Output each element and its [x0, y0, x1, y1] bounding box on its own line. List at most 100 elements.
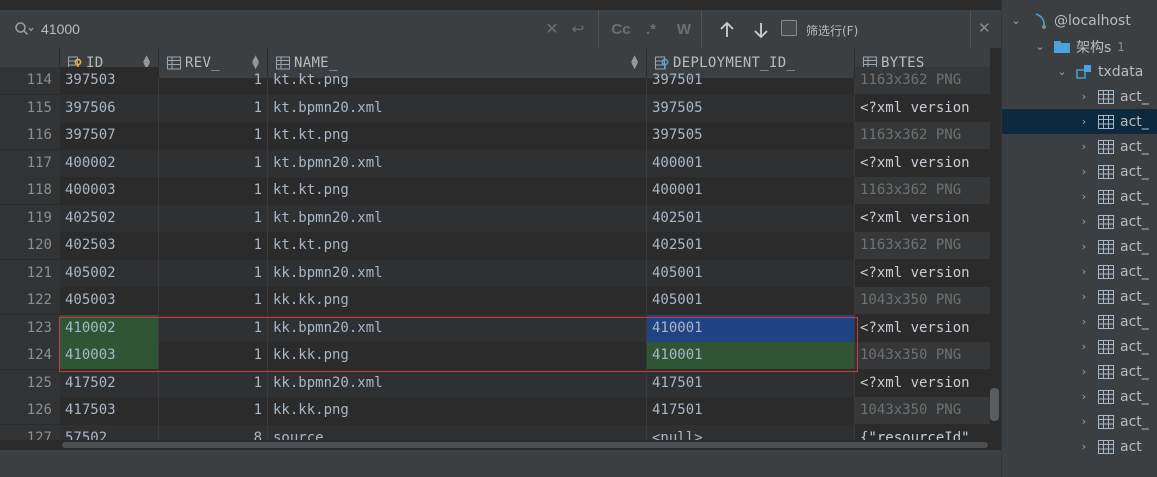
- cell-name[interactable]: kt.kt.png: [268, 122, 646, 149]
- cell-deployment-id[interactable]: 405001: [647, 287, 854, 314]
- previous-occurrence-icon[interactable]: [719, 21, 735, 39]
- cell-id[interactable]: 402502: [60, 204, 158, 232]
- cell-id[interactable]: 410003: [60, 342, 158, 369]
- cell-name[interactable]: kt.kt.png: [268, 177, 646, 204]
- cell-deployment-id[interactable]: 400001: [647, 177, 854, 204]
- cell-id[interactable]: 402503: [60, 232, 158, 259]
- cell-name[interactable]: kt.kt.png: [268, 67, 646, 94]
- table-row[interactable]: 117 400002 1 kt.bpmn20.xml 400001 <?xml versi…: [0, 149, 990, 178]
- cell-name[interactable]: kk.bpmn20.xml: [268, 369, 646, 397]
- cell-bytes[interactable]: <?xml version: [855, 315, 990, 342]
- chevron-right-icon[interactable]: ›: [1078, 340, 1090, 353]
- filter-rows-label[interactable]: 筛选行(F): [806, 22, 858, 39]
- table-row[interactable]: 116 397507 1 kt.kt.png 397505 1163x362 PNG: [0, 122, 990, 150]
- cell-rev[interactable]: 1: [159, 259, 267, 287]
- row-number[interactable]: 127: [0, 424, 60, 440]
- cell-rev[interactable]: 1: [159, 287, 267, 314]
- cell-rev[interactable]: 1: [159, 122, 267, 149]
- table-row[interactable]: 119 402502 1 kt.bpmn20.xml 402501 <?xml versi…: [0, 204, 990, 233]
- cell-name[interactable]: kt.bpmn20.xml: [268, 204, 646, 232]
- cell-id[interactable]: 410002: [60, 314, 158, 342]
- chevron-right-icon[interactable]: ›: [1078, 140, 1090, 153]
- chevron-right-icon[interactable]: ›: [1078, 315, 1090, 328]
- cell-deployment-id[interactable]: 405001: [647, 259, 854, 287]
- cell-deployment-id[interactable]: 402501: [647, 204, 854, 232]
- cell-rev[interactable]: 1: [159, 397, 267, 424]
- cell-name[interactable]: kk.bpmn20.xml: [268, 314, 646, 342]
- cell-rev[interactable]: 1: [159, 177, 267, 204]
- chevron-right-icon[interactable]: ›: [1078, 165, 1090, 178]
- cell-rev[interactable]: 1: [159, 314, 267, 342]
- cell-deployment-id[interactable]: 400001: [647, 149, 854, 177]
- cell-id[interactable]: 417503: [60, 397, 158, 424]
- cell-rev[interactable]: 1: [159, 369, 267, 397]
- cell-name[interactable]: kt.kt.png: [268, 232, 646, 259]
- cell-bytes[interactable]: <?xml version: [855, 370, 990, 397]
- row-number[interactable]: 126: [0, 397, 60, 424]
- close-icon[interactable]: ✕: [978, 19, 991, 37]
- chevron-right-icon[interactable]: ›: [1078, 190, 1090, 203]
- cell-id[interactable]: 400002: [60, 149, 158, 177]
- row-number[interactable]: 115: [0, 94, 60, 122]
- cell-bytes[interactable]: 1163x362 PNG: [855, 177, 990, 204]
- cell-id[interactable]: 405003: [60, 287, 158, 314]
- table-row[interactable]: 118 400003 1 kt.kt.png 400001 1163x362 PNG: [0, 177, 990, 205]
- cell-id[interactable]: 397507: [60, 122, 158, 149]
- chevron-right-icon[interactable]: ›: [1078, 215, 1090, 228]
- chevron-right-icon[interactable]: ›: [1078, 265, 1090, 278]
- cell-name[interactable]: kt.bpmn20.xml: [268, 94, 646, 122]
- tree-node-table[interactable]: › act_: [1002, 84, 1157, 109]
- table-row[interactable]: 114 397503 1 kt.kt.png 397501 1163x362 PNG: [0, 67, 990, 95]
- chevron-right-icon[interactable]: ›: [1078, 290, 1090, 303]
- row-number[interactable]: 123: [0, 314, 60, 342]
- cell-bytes[interactable]: <?xml version: [855, 205, 990, 232]
- cell-deployment-id[interactable]: <null>: [647, 424, 854, 440]
- tree-node-table[interactable]: › act: [1002, 434, 1157, 459]
- cell-bytes[interactable]: <?xml version: [855, 95, 990, 122]
- cell-name[interactable]: kk.bpmn20.xml: [268, 259, 646, 287]
- cell-id[interactable]: 400003: [60, 177, 158, 204]
- filter-rows-checkbox[interactable]: [781, 20, 797, 36]
- chevron-right-icon[interactable]: ›: [1078, 240, 1090, 253]
- chevron-down-icon[interactable]: ⌄: [1010, 14, 1022, 27]
- table-row[interactable]: 123 410002 1 kk.bpmn20.xml 410001 <?xml versi…: [0, 314, 990, 343]
- cell-rev[interactable]: 1: [159, 342, 267, 369]
- cell-deployment-id[interactable]: 410001: [647, 314, 854, 342]
- table-row[interactable]: 127 57502 8 source <null> {"resourceId": [0, 424, 990, 440]
- row-number[interactable]: 125: [0, 369, 60, 397]
- match-case-button[interactable]: Cc: [606, 18, 636, 40]
- tree-node-table[interactable]: › act_: [1002, 259, 1157, 284]
- table-row[interactable]: 121 405002 1 kk.bpmn20.xml 405001 <?xml versi…: [0, 259, 990, 288]
- tree-node-table[interactable]: › act_: [1002, 209, 1157, 234]
- table-row[interactable]: 126 417503 1 kk.kk.png 417501 1043x350 PNG: [0, 397, 990, 425]
- tree-node-table[interactable]: › act_: [1002, 409, 1157, 434]
- words-button[interactable]: W: [672, 18, 696, 40]
- next-occurrence-icon[interactable]: [753, 21, 769, 39]
- tree-node-table[interactable]: › act_: [1002, 109, 1157, 134]
- chevron-down-icon[interactable]: ⌄: [1056, 65, 1068, 78]
- tree-node-table[interactable]: › act_: [1002, 309, 1157, 334]
- horizontal-scrollbar[interactable]: [0, 440, 1001, 450]
- scrollbar-thumb[interactable]: [990, 388, 999, 421]
- tree-node-table[interactable]: › act_: [1002, 234, 1157, 259]
- row-number[interactable]: 114: [0, 67, 60, 94]
- vertical-scrollbar[interactable]: [990, 78, 1001, 440]
- cell-name[interactable]: kk.kk.png: [268, 397, 646, 424]
- row-number[interactable]: 117: [0, 149, 60, 177]
- chevron-down-icon[interactable]: ⌄: [1034, 40, 1046, 53]
- cell-name[interactable]: kk.kk.png: [268, 342, 646, 369]
- row-number[interactable]: 120: [0, 232, 60, 259]
- cell-rev[interactable]: 1: [159, 204, 267, 232]
- tree-node-database[interactable]: ⌄ txdata: [1002, 59, 1157, 84]
- regex-button[interactable]: .*: [640, 18, 662, 40]
- cell-bytes[interactable]: 1163x362 PNG: [855, 122, 990, 149]
- cell-id[interactable]: 397506: [60, 94, 158, 122]
- cell-rev[interactable]: 1: [159, 67, 267, 94]
- tree-node-table[interactable]: › act_: [1002, 384, 1157, 409]
- chevron-right-icon[interactable]: ›: [1078, 440, 1090, 453]
- newline-icon[interactable]: ↩: [567, 18, 589, 40]
- row-number[interactable]: 118: [0, 177, 60, 204]
- cell-deployment-id[interactable]: 417501: [647, 397, 854, 424]
- cell-rev[interactable]: 1: [159, 149, 267, 177]
- chevron-right-icon[interactable]: ›: [1078, 390, 1090, 403]
